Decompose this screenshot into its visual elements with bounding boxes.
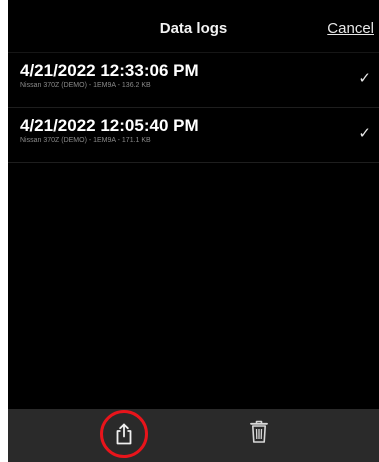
share-icon xyxy=(116,423,132,445)
share-button[interactable] xyxy=(100,410,148,458)
log-item[interactable]: 4/21/2022 12:05:40 PM Nissan 370Z (DEMO)… xyxy=(8,108,379,163)
data-logs-screen: Data logs Cancel 4/21/2022 12:33:06 PM N… xyxy=(8,0,379,462)
navigation-bar: Data logs Cancel xyxy=(8,0,379,53)
checkmark-icon: ✓ xyxy=(358,70,371,87)
delete-button[interactable] xyxy=(246,417,272,447)
checkmark-icon: ✓ xyxy=(358,125,371,142)
trash-icon xyxy=(250,420,268,443)
log-detail: Nissan 370Z (DEMO) - 1EM9A - 171.1 KB xyxy=(20,137,151,144)
log-item[interactable]: 4/21/2022 12:33:06 PM Nissan 370Z (DEMO)… xyxy=(8,53,379,108)
cancel-button[interactable]: Cancel xyxy=(327,20,374,37)
log-detail: Nissan 370Z (DEMO) - 1EM9A - 136.2 KB xyxy=(20,82,151,89)
log-date: 4/21/2022 12:05:40 PM xyxy=(20,116,199,135)
page-title: Data logs xyxy=(159,20,228,37)
log-list: 4/21/2022 12:33:06 PM Nissan 370Z (DEMO)… xyxy=(8,53,379,163)
log-date: 4/21/2022 12:33:06 PM xyxy=(20,61,199,80)
bottom-toolbar xyxy=(8,409,379,462)
